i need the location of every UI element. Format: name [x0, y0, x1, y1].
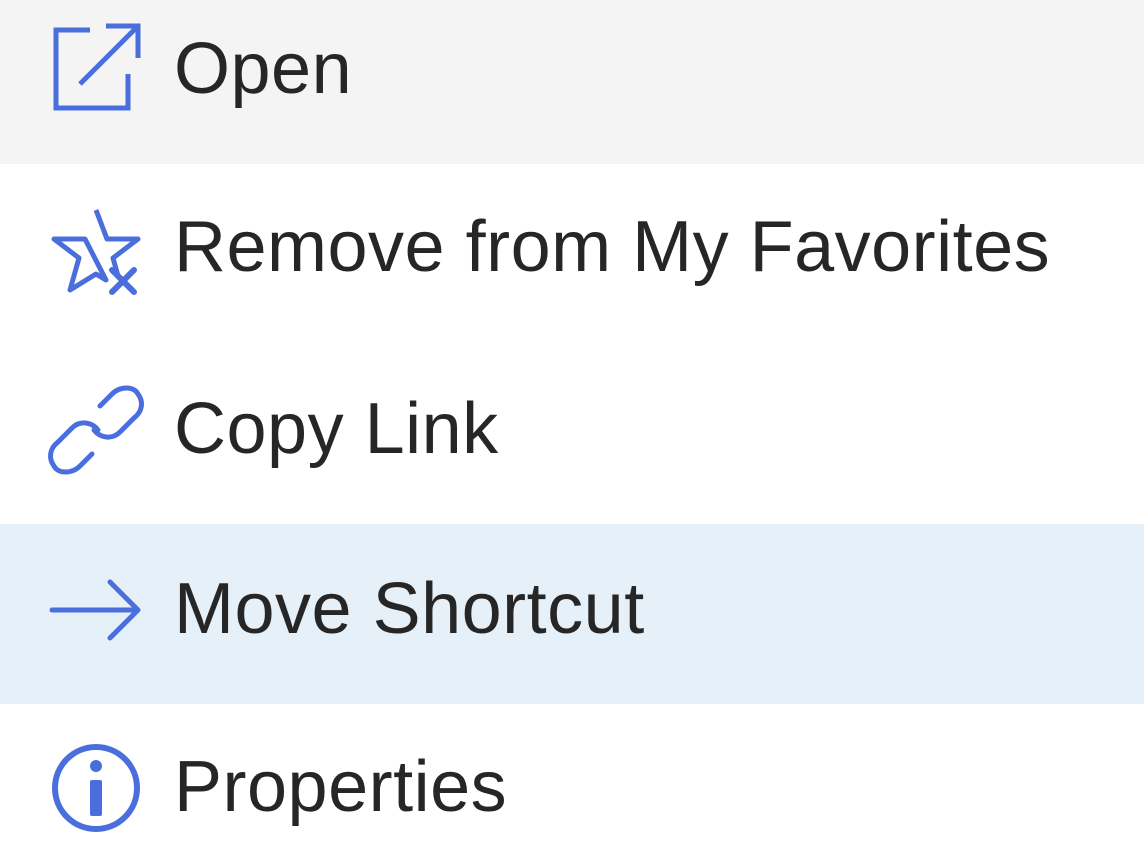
menu-item-label: Properties — [174, 747, 508, 827]
menu-item-label: Remove from My Favorites — [174, 207, 1051, 287]
menu-item-move-shortcut[interactable]: Move Shortcut — [0, 524, 1144, 704]
menu-item-label: Copy Link — [174, 389, 499, 469]
menu-item-copy-link[interactable]: Copy Link — [0, 344, 1144, 524]
menu-item-open[interactable]: Open — [0, 0, 1144, 164]
menu-item-remove-favorites[interactable]: Remove from My Favorites — [0, 164, 1144, 344]
open-external-icon — [50, 22, 142, 114]
context-menu: Open Remove from My Favorites Copy Link … — [0, 0, 1144, 860]
menu-item-properties[interactable]: Properties — [0, 704, 1144, 860]
info-icon — [50, 742, 142, 834]
star-remove-icon — [50, 206, 142, 298]
menu-item-label: Move Shortcut — [174, 569, 645, 649]
arrow-right-icon — [49, 564, 142, 656]
link-icon — [48, 384, 144, 476]
menu-item-label: Open — [174, 29, 353, 109]
